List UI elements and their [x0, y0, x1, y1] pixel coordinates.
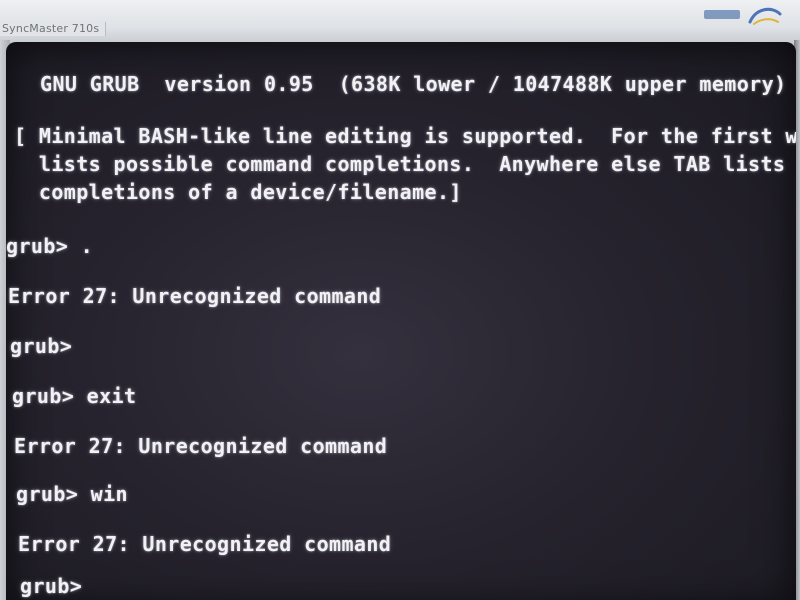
grub-prompt-line: grub> exit	[12, 384, 137, 408]
energy-badge-icon	[704, 10, 740, 19]
monitor-photo: SyncMaster 710s GNU GRUB version 0.95 (6…	[0, 0, 800, 600]
grub-prompt-line: grub> win	[16, 482, 128, 506]
grub-prompt-line: grub>	[10, 334, 73, 358]
swoosh-logo-icon	[748, 7, 782, 25]
help-text-line-3: completions of a device/filename.]	[14, 180, 462, 204]
error-message-line: Error 27: Unrecognized command	[8, 284, 382, 308]
grub-prompt-line: grub> .	[6, 234, 94, 258]
monitor-brand-label: SyncMaster 710s	[0, 22, 107, 36]
grub-console-screen[interactable]: GNU GRUB version 0.95 (638K lower / 1047…	[6, 42, 796, 600]
grub-command-input[interactable]: grub>	[20, 574, 82, 598]
error-message-line: Error 27: Unrecognized command	[18, 532, 392, 556]
help-text-line-1: [ Minimal BASH-like line editing is supp…	[14, 124, 796, 148]
help-text-line-2: lists possible command completions. Anyw…	[38, 152, 786, 176]
grub-version-header: GNU GRUB version 0.95 (638K lower / 1047…	[40, 72, 787, 96]
error-message-line: Error 27: Unrecognized command	[14, 434, 388, 458]
monitor-badges	[700, 4, 796, 38]
monitor-bezel-top: SyncMaster 710s	[0, 0, 800, 46]
